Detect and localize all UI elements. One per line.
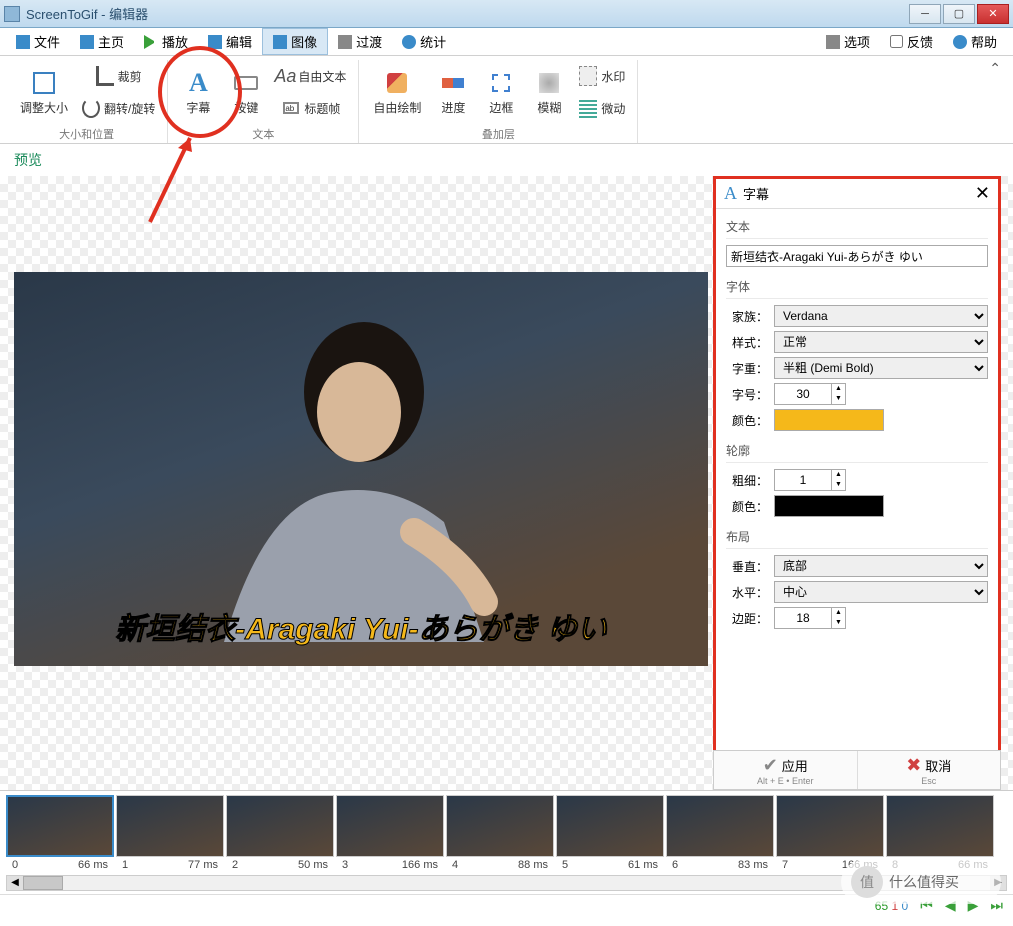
ribbon-caption[interactable]: A字幕 <box>174 60 222 124</box>
timeline-frame[interactable]: 683 ms <box>666 795 774 873</box>
watermark-badge: 值 什么值得买 <box>841 860 1001 904</box>
font-weight-select[interactable]: 半粗 (Demi Bold) <box>774 357 988 379</box>
timeline-frame[interactable]: 177 ms <box>116 795 224 873</box>
nav-last[interactable]: ⏭ <box>990 897 1003 914</box>
timeline-frame[interactable]: 488 ms <box>446 795 554 873</box>
ribbon-titleframe[interactable]: ab标题帧 <box>270 92 352 124</box>
ribbon-collapse[interactable]: ⌃ <box>989 60 1001 77</box>
menu-play[interactable]: 播放 <box>134 29 198 54</box>
caption-panel-title: 字幕 <box>743 184 975 203</box>
help-icon <box>953 35 967 49</box>
font-family-select[interactable]: Verdana <box>774 305 988 327</box>
caption-icon: A <box>189 68 208 98</box>
ribbon-keys[interactable]: 按键 <box>222 60 270 124</box>
menu-options[interactable]: 选项 <box>816 29 880 54</box>
outline-color-picker[interactable] <box>774 495 884 517</box>
gear-icon <box>826 35 840 49</box>
font-size-stepper[interactable]: 30▲▼ <box>774 383 846 405</box>
preview-frame[interactable]: 新垣结衣-Aragaki Yui-あらがき ゆい <box>14 272 708 666</box>
preview-subject <box>164 302 504 642</box>
minimize-button[interactable]: ─ <box>909 4 941 24</box>
menu-help[interactable]: 帮助 <box>943 29 1007 54</box>
menu-feedback[interactable]: 反馈 <box>880 29 943 54</box>
timeline-frame[interactable]: 3166 ms <box>336 795 444 873</box>
margin-stepper[interactable]: 18▲▼ <box>774 607 846 629</box>
ribbon-micro[interactable]: 微动 <box>573 92 631 124</box>
ribbon-rotate[interactable]: 翻转/旋转 <box>76 92 161 124</box>
ribbon-crop[interactable]: 裁剪 <box>76 60 161 92</box>
ribbon-blur[interactable]: 模糊 <box>525 60 573 124</box>
caption-overlay: 新垣结衣-Aragaki Yui-あらがき ゆい <box>115 604 607 648</box>
maximize-button[interactable]: ▢ <box>943 4 975 24</box>
app-icon <box>4 6 20 22</box>
check-icon: ✔ <box>763 755 778 776</box>
ribbon: 调整大小 裁剪 翻转/旋转 大小和位置 A字幕 按键 Aa自由文本 ab标题帧 … <box>0 56 1013 144</box>
ribbon-freetext[interactable]: Aa自由文本 <box>270 60 352 92</box>
ribbon-watermark[interactable]: 水印 <box>573 60 631 92</box>
caption-panel-icon: A <box>724 183 737 204</box>
timeline-frame[interactable]: 561 ms <box>556 795 664 873</box>
play-icon <box>144 35 158 49</box>
apply-bar: ✔应用 Alt + E • Enter ✖取消 Esc <box>713 750 1001 790</box>
menu-home[interactable]: 主页 <box>70 29 134 54</box>
font-color-picker[interactable] <box>774 409 884 431</box>
caption-panel: A 字幕 ✕ 文本 字体 家族：Verdana 样式：正常 字重：半粗 (Dem… <box>713 176 1001 768</box>
ribbon-draw[interactable]: 自由绘制 <box>365 60 429 124</box>
vertical-align-select[interactable]: 底部 <box>774 555 988 577</box>
ribbon-progress[interactable]: 进度 <box>429 60 477 124</box>
main-area: 新垣结衣-Aragaki Yui-あらがき ゆい A 字幕 ✕ 文本 字体 家族… <box>0 176 1013 790</box>
outline-thickness-stepper[interactable]: 1▲▼ <box>774 469 846 491</box>
window-title: ScreenToGif - 编辑器 <box>26 4 907 23</box>
caption-panel-close[interactable]: ✕ <box>975 183 990 204</box>
apply-button[interactable]: ✔应用 Alt + E • Enter <box>714 751 858 789</box>
caption-text-input[interactable] <box>726 245 988 267</box>
menu-image[interactable]: 图像 <box>262 28 328 55</box>
menu-edit[interactable]: 编辑 <box>198 29 262 54</box>
ribbon-border[interactable]: 边框 <box>477 60 525 124</box>
feedback-checkbox[interactable] <box>890 35 903 48</box>
font-style-select[interactable]: 正常 <box>774 331 988 353</box>
menu-file[interactable]: 文件 <box>6 29 70 54</box>
preview-label: 预览 <box>0 144 1013 176</box>
menubar: 文件 主页 播放 编辑 图像 过渡 统计 选项 反馈 帮助 <box>0 28 1013 56</box>
horizontal-align-select[interactable]: 中心 <box>774 581 988 603</box>
close-button[interactable]: ✕ <box>977 4 1009 24</box>
titlebar: ScreenToGif - 编辑器 ─ ▢ ✕ <box>0 0 1013 28</box>
menu-stats[interactable]: 统计 <box>392 29 456 54</box>
timeline-frame[interactable]: 250 ms <box>226 795 334 873</box>
cancel-button[interactable]: ✖取消 Esc <box>858 751 1001 789</box>
menu-transition[interactable]: 过渡 <box>328 29 392 54</box>
x-icon: ✖ <box>906 755 921 776</box>
ribbon-resize[interactable]: 调整大小 <box>12 60 76 124</box>
timeline-frame[interactable]: 066 ms <box>6 795 114 873</box>
